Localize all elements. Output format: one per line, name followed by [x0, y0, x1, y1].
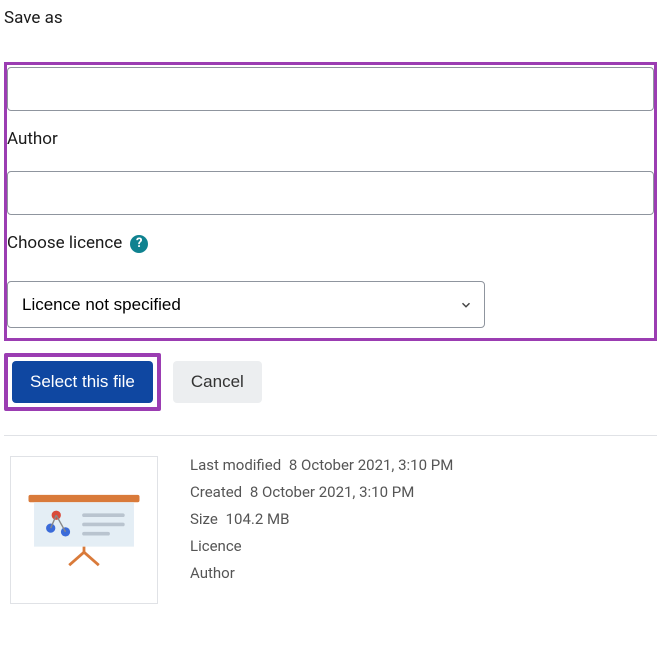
divider	[4, 435, 657, 436]
cancel-button[interactable]: Cancel	[173, 361, 262, 403]
file-thumbnail	[10, 456, 158, 604]
highlighted-form-region: Author Choose licence ? Licence not spec…	[4, 62, 657, 341]
author-label: Author	[7, 129, 654, 149]
select-this-file-button[interactable]: Select this file	[12, 361, 153, 403]
author-meta-label: Author	[190, 564, 235, 582]
presentation-icon	[28, 493, 140, 567]
created-label: Created	[190, 483, 242, 501]
choose-licence-label: Choose licence	[7, 233, 122, 253]
licence-meta-label: Licence	[190, 537, 242, 555]
last-modified-label: Last modified	[190, 456, 281, 474]
size-value: 104.2 MB	[226, 510, 290, 528]
last-modified-value: 8 October 2021, 3:10 PM	[289, 456, 453, 474]
file-metadata: Last modified 8 October 2021, 3:10 PM Cr…	[190, 456, 453, 591]
size-label: Size	[190, 510, 218, 528]
save-as-label: Save as	[4, 8, 657, 28]
help-icon[interactable]: ?	[130, 235, 148, 253]
licence-select[interactable]: Licence not specified	[7, 281, 485, 328]
created-value: 8 October 2021, 3:10 PM	[250, 483, 414, 501]
select-file-highlight: Select this file	[4, 353, 161, 411]
save-as-input[interactable]	[7, 67, 654, 111]
author-input[interactable]	[7, 171, 654, 215]
